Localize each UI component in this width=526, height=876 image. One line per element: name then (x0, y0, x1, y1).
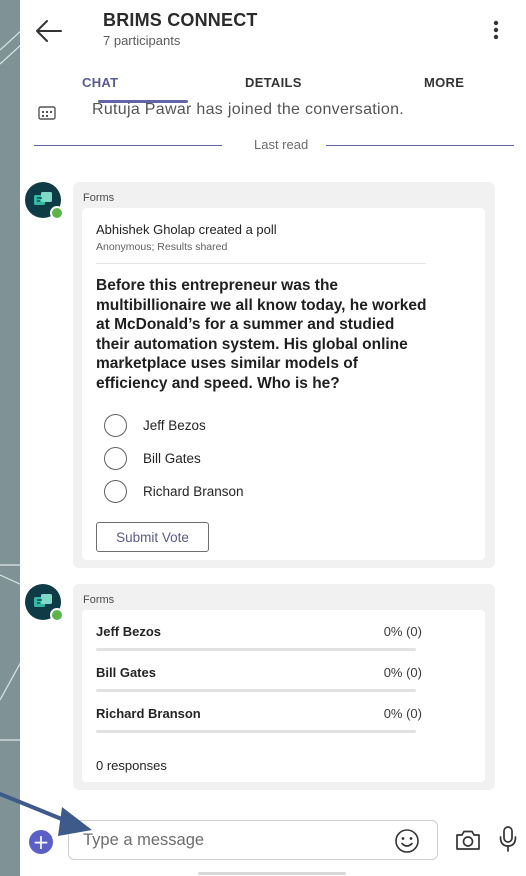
participant-count: 7 participants (103, 33, 181, 48)
forms-avatar[interactable] (25, 182, 64, 220)
chat-title: BRIMS CONNECT (103, 10, 258, 30)
result-bar (96, 730, 416, 733)
presence-badge (50, 206, 64, 220)
radio-button[interactable] (104, 414, 127, 437)
background-decoration (0, 29, 22, 741)
result-option: Bill Gates (96, 665, 156, 680)
radio-button[interactable] (104, 480, 127, 503)
app-screen: BRIMS CONNECT 7 participants CHAT DETAIL… (20, 0, 526, 876)
poll-settings: Anonymous; Results shared (96, 241, 228, 253)
message-sender: Forms (83, 192, 115, 204)
divider-line-left (34, 145, 222, 146)
results-message-bubble: Forms Jeff Bezos 0% (0) Bill Gates 0% (0… (73, 584, 495, 790)
emoji-icon[interactable] (394, 828, 420, 854)
result-option: Richard Branson (96, 706, 201, 721)
results-card: Jeff Bezos 0% (0) Bill Gates 0% (0) Rich… (82, 610, 485, 782)
last-read-divider: Last read (34, 136, 514, 154)
last-read-label: Last read (254, 137, 309, 152)
result-row: Richard Branson 0% (0) (96, 706, 422, 736)
chat-header: BRIMS CONNECT 7 participants CHAT DETAIL… (20, 0, 526, 105)
system-message-text: Rutuja Pawar has joined the conversation… (92, 101, 405, 118)
result-option: Jeff Bezos (96, 624, 162, 639)
submit-vote-button[interactable]: Submit Vote (96, 522, 209, 552)
forms-avatar[interactable] (25, 584, 64, 622)
result-value: 0% (0) (383, 706, 422, 721)
divider-line-right (326, 145, 514, 146)
camera-icon[interactable] (454, 828, 482, 852)
forms-app-icon (34, 192, 52, 205)
option-label: Bill Gates (143, 451, 201, 466)
message-input[interactable] (68, 820, 438, 860)
result-value: 0% (0) (383, 624, 422, 639)
result-value: 0% (0) (383, 665, 422, 680)
result-bar (96, 648, 416, 651)
result-row: Jeff Bezos 0% (0) (96, 624, 422, 654)
back-arrow-icon[interactable] (34, 18, 64, 44)
option-label: Richard Branson (143, 484, 244, 499)
microphone-icon[interactable] (498, 825, 518, 853)
home-indicator (198, 872, 346, 875)
system-message: Rutuja Pawar has joined the conversation… (34, 100, 514, 124)
result-row: Bill Gates 0% (0) (96, 665, 422, 695)
poll-card: Abhishek Gholap created a poll Anonymous… (82, 208, 485, 560)
radio-button[interactable] (104, 447, 127, 470)
tab-chat[interactable]: CHAT (82, 75, 118, 90)
more-options-icon[interactable] (488, 18, 504, 42)
presence-badge (50, 608, 64, 622)
option-label: Jeff Bezos (143, 418, 206, 433)
card-divider (96, 263, 426, 264)
forms-app-icon (34, 594, 52, 607)
calendar-icon (38, 106, 56, 120)
result-bar (96, 689, 416, 692)
poll-message-bubble: Forms Abhishek Gholap created a poll Ano… (73, 182, 495, 568)
poll-question: Before this entrepreneur was the multibi… (96, 277, 427, 392)
response-count: 0 responses (96, 758, 167, 773)
tab-more[interactable]: MORE (424, 75, 464, 90)
tutorial-arrow-icon (0, 792, 92, 836)
message-sender: Forms (83, 594, 115, 606)
poll-creator: Abhishek Gholap created a poll (96, 222, 277, 237)
tab-details[interactable]: DETAILS (245, 75, 302, 90)
